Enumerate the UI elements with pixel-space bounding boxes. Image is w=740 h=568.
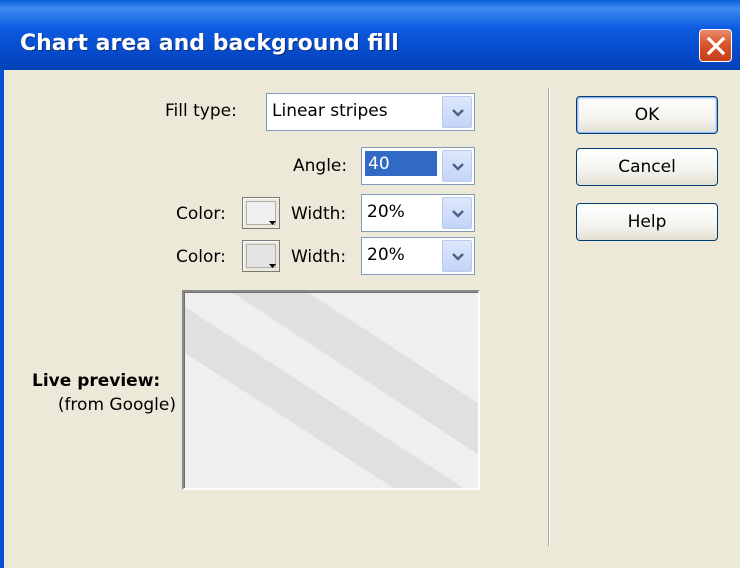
- angle-label: Angle:: [293, 156, 348, 176]
- angle-dropdown-button[interactable]: [442, 150, 472, 182]
- color2-label: Color:: [176, 247, 226, 267]
- window-frame-left: [0, 70, 4, 568]
- live-preview-box: [182, 290, 480, 490]
- live-preview-label: Live preview:: [32, 371, 161, 391]
- vertical-separator: [548, 88, 550, 546]
- width1-value: 20%: [367, 202, 405, 222]
- width1-select[interactable]: 20%: [361, 194, 475, 232]
- color1-label: Color:: [176, 204, 226, 224]
- close-x-icon: [706, 36, 726, 56]
- color1-button[interactable]: [242, 197, 280, 229]
- window-title: Chart area and background fill: [20, 31, 399, 56]
- fill-type-value: Linear stripes: [272, 101, 388, 121]
- live-preview-source: (from Google): [57, 395, 176, 415]
- fill-type-select[interactable]: Linear stripes: [266, 93, 475, 131]
- angle-value: 40: [365, 151, 437, 176]
- angle-select[interactable]: 40: [361, 147, 475, 185]
- width2-dropdown-button[interactable]: [442, 240, 472, 272]
- chevron-down-icon: [452, 109, 464, 117]
- width2-label: Width:: [291, 247, 347, 267]
- chevron-down-icon: [452, 163, 464, 171]
- fill-type-label: Fill type:: [165, 101, 237, 121]
- ok-button[interactable]: OK: [576, 96, 718, 134]
- color2-button[interactable]: [242, 240, 280, 272]
- chevron-down-icon: [452, 253, 464, 261]
- width2-value: 20%: [367, 245, 405, 265]
- dialog-window: Chart area and background fill Fill type…: [0, 0, 740, 568]
- close-button[interactable]: [699, 29, 732, 62]
- chevron-down-icon: [452, 210, 464, 218]
- stripe-pattern: [185, 293, 478, 488]
- small-dropdown-arrow-icon: [269, 221, 276, 225]
- width2-select[interactable]: 20%: [361, 237, 475, 275]
- live-preview-frame: [184, 292, 478, 488]
- cancel-button[interactable]: Cancel: [576, 148, 718, 186]
- title-bar[interactable]: Chart area and background fill: [0, 0, 740, 70]
- fill-type-dropdown-button[interactable]: [442, 96, 472, 128]
- help-button[interactable]: Help: [576, 203, 718, 241]
- small-dropdown-arrow-icon: [269, 264, 276, 268]
- width1-label: Width:: [291, 204, 347, 224]
- width1-dropdown-button[interactable]: [442, 197, 472, 229]
